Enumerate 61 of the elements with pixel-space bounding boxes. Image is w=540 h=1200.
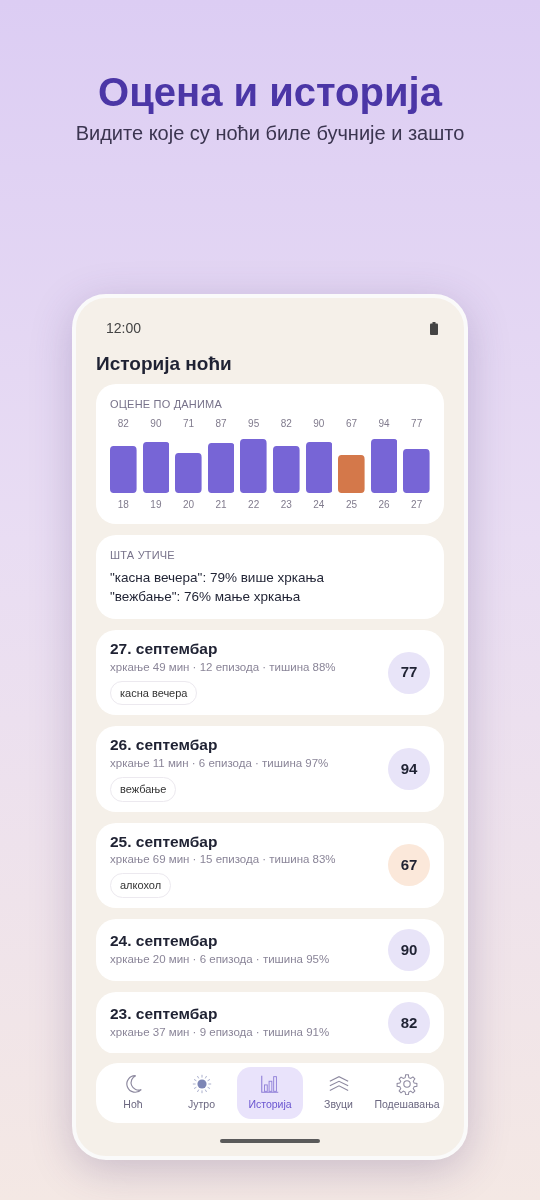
score-bar [338,455,365,494]
factor-text: "вежбање": 76% мање хркања [110,588,302,607]
value-label: 82 [117,417,129,432]
night-stats: хркање 37 мин · 9 епизода · тишина 91% [110,1024,330,1040]
value-label: 95 [248,417,260,432]
value-label: 94 [378,417,390,432]
score-badge: 94 [388,747,430,790]
status-time: 12:00 [106,319,142,338]
axis-label: 21 [215,498,227,513]
nav-tab[interactable]: Историја [237,1066,303,1119]
night-date: 27. септембар [110,639,219,659]
night-stats: хркање 11 мин · 6 епизода · тишина 97% [110,755,329,771]
value-label: 82 [280,417,292,432]
nav-tab[interactable]: Звуци [305,1066,372,1119]
axis-label: 26 [378,498,390,513]
nav-tab[interactable]: Ноћ [100,1066,166,1119]
value-label: 71 [182,417,195,432]
value-label: 90 [150,417,162,432]
score-bar [272,446,300,494]
value-label: 67 [345,417,357,432]
axis-label: 27 [411,498,423,513]
nav-tab[interactable]: Подешавања [374,1066,440,1119]
card-heading: ШТА УТИЧЕ [110,548,176,564]
battery-icon [430,322,438,335]
value-label: 77 [411,417,423,432]
score-bar [240,439,267,494]
factor-text: "касна вечера": 79% више хркања [110,568,325,587]
settings-icon [396,1072,418,1095]
night-date: 25. септембар [110,832,219,852]
sun-icon [190,1072,213,1095]
axis-label: 20 [182,498,195,513]
value-label: 90 [313,417,325,432]
promo-title: Оцена и историја [97,69,444,116]
score-bar [305,442,333,494]
score-badge: 90 [388,928,430,971]
axis-label: 22 [248,498,260,513]
night-stats: хркање 69 мин · 15 епизода · тишина 83% [110,852,336,868]
score-badge: 67 [388,844,430,887]
night-date: 24. септембар [110,932,219,951]
promo-subtitle: Видите које су ноћи биле бучније и зашто [74,121,466,146]
night-date: 26. септембар [110,736,219,755]
nav-tab[interactable]: Јутро [168,1066,235,1119]
night-date: 23. септембар [110,1005,219,1024]
value-label: 87 [215,417,227,432]
score-bar [207,443,235,494]
axis-label: 24 [313,498,325,513]
score-badge: 77 [388,651,430,694]
score-badge: 82 [388,1001,430,1044]
score-bar [175,453,202,494]
screen-title: Историја ноћи [95,352,233,376]
score-bar [142,442,170,494]
score-bar [403,449,430,494]
axis-label: 23 [280,498,292,513]
axis-label: 18 [117,498,129,513]
card-heading: ОЦЕНЕ ПО ДАНИМА [110,396,224,412]
night-stats: хркање 20 мин · 6 епизода · тишина 95% [110,951,330,967]
axis-label: 25 [345,498,357,513]
score-bar [110,446,137,494]
score-bar [370,439,398,494]
axis-label: 19 [150,498,162,513]
night-stats: хркање 49 мин · 12 епизода · тишина 88% [110,659,336,675]
